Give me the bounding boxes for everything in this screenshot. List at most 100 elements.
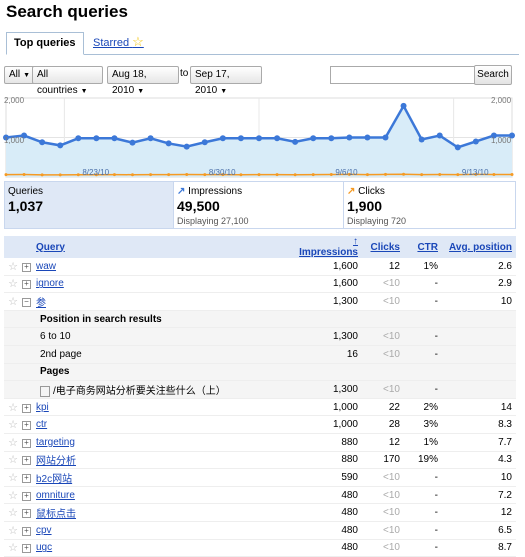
query-link[interactable]: omniture (36, 490, 75, 501)
expand-icon[interactable]: + (22, 473, 31, 483)
avg-position-cell: 6.5 (498, 524, 512, 536)
table-row[interactable]: ☆ + ugc 480 <10 - 8.7 (4, 539, 516, 557)
col-ctr[interactable]: CTR (402, 236, 440, 258)
query-link[interactable]: targeting (36, 437, 75, 448)
expand-icon[interactable]: + (22, 280, 31, 290)
star-icon[interactable]: ☆ (4, 451, 22, 469)
col-impressions[interactable]: ↑ Impressions (296, 236, 360, 258)
y-label-top-left: 2,000 (4, 96, 25, 105)
query-link[interactable]: 鼠标点击 (36, 509, 76, 520)
search-input[interactable] (330, 66, 476, 84)
spacer (22, 327, 36, 346)
col-avg-position[interactable]: Avg. position (440, 236, 516, 258)
date-to-picker[interactable]: Sep 17, 2010 ▼ (190, 66, 262, 96)
date-from-picker[interactable]: Aug 18, 2010 ▼ (107, 66, 179, 96)
expand-icon[interactable]: + (22, 451, 36, 469)
table-row[interactable]: ☆ + 网站分析 880 170 19% 4.3 (4, 451, 516, 469)
impressions-point (418, 136, 425, 143)
table-row[interactable]: ☆ + targeting 880 12 1% 7.7 (4, 433, 516, 452)
clicks-point (420, 173, 424, 177)
expand-icon[interactable]: + (22, 504, 36, 522)
queries-stat[interactable]: Queries 1,037 (5, 182, 173, 228)
table-row[interactable]: ☆ + omniture 480 <10 - 7.2 (4, 486, 516, 504)
clicks-point (365, 173, 369, 177)
impressions-stat[interactable]: ↗ Impressions 49,500 Displaying 27,100 (173, 182, 344, 228)
impressions-point (183, 143, 190, 150)
table-row[interactable]: ☆ + ctr 1,000 28 3% 8.3 (4, 416, 516, 434)
table-row[interactable]: ☆ + cpv 480 <10 - 6.5 (4, 521, 516, 539)
query-link[interactable]: 参 (36, 298, 46, 309)
avg-position-cell: 10 (500, 295, 512, 307)
expand-icon[interactable]: + (22, 521, 36, 539)
table-row[interactable]: ☆ + waw 1,600 12 1% 2.6 (4, 258, 516, 276)
queries-value: 1,037 (8, 198, 44, 214)
impressions-cell: 480 (341, 507, 358, 519)
table-row[interactable]: ☆ − 参 1,300 <10 - 10 (4, 293, 516, 311)
ctr-cell: - (434, 489, 438, 501)
star-icon[interactable]: ☆ (4, 293, 22, 311)
star-icon[interactable]: ☆ (4, 433, 22, 451)
star-icon[interactable]: ☆ (4, 539, 22, 557)
collapse-icon[interactable]: − (22, 297, 31, 307)
query-cell: b2c网站 (36, 469, 296, 487)
ctr-cell: - (434, 507, 438, 519)
clicks-cell: 12 (388, 436, 400, 448)
expand-icon[interactable]: + (22, 433, 36, 451)
impressions-cell: 1,000 (332, 419, 358, 431)
avg-position-cell (440, 327, 516, 346)
y-label-mid-left: 1,000 (4, 136, 25, 145)
star-icon[interactable]: ☆ (4, 486, 22, 504)
expand-icon[interactable]: + (22, 539, 36, 557)
impressions-label: Impressions (188, 186, 243, 197)
type-dropdown[interactable]: All ▼ (4, 66, 35, 84)
expand-icon[interactable]: + (22, 262, 31, 272)
expand-icon[interactable]: + (22, 526, 31, 536)
ctr-cell: 3% (423, 419, 438, 431)
query-link[interactable]: 网站分析 (36, 456, 76, 467)
table-row[interactable]: ☆ + 鼠标点击 480 <10 - 12 (4, 504, 516, 522)
page-title: Search queries (6, 2, 128, 21)
col-query[interactable]: Query (36, 236, 296, 258)
clicks-stat[interactable]: ↗ Clicks 1,900 Displaying 720 (343, 182, 516, 228)
query-cell: ignore (36, 275, 296, 293)
expand-icon[interactable]: + (22, 456, 31, 466)
country-dropdown[interactable]: All countries ▼ (32, 66, 103, 96)
expand-icon[interactable]: + (22, 509, 31, 519)
expand-icon[interactable]: + (22, 275, 36, 293)
expand-icon[interactable]: + (22, 416, 36, 434)
query-link[interactable]: kpi (36, 402, 49, 413)
query-link[interactable]: waw (36, 261, 56, 272)
query-link[interactable]: ignore (36, 278, 64, 289)
table-row[interactable]: ☆ + ignore 1,600 <10 - 2.9 (4, 275, 516, 293)
tab-top-queries[interactable]: Top queries (6, 32, 84, 55)
clicks-point (76, 173, 80, 177)
search-button[interactable]: Search (474, 65, 512, 85)
table-row[interactable]: ☆ + kpi 1,000 22 2% 14 (4, 398, 516, 416)
star-icon[interactable]: ☆ (4, 521, 22, 539)
star-icon[interactable]: ☆ (4, 398, 22, 416)
star-icon[interactable]: ☆ (4, 469, 22, 487)
clicks-cell: 28 (388, 419, 400, 431)
tab-starred[interactable]: Starred ☆ (86, 32, 151, 52)
expand-icon[interactable]: + (22, 544, 31, 554)
expand-icon[interactable]: + (22, 421, 31, 431)
query-link[interactable]: ugc (36, 542, 52, 553)
star-icon[interactable]: ☆ (4, 504, 22, 522)
impressions-point (129, 139, 136, 146)
star-icon[interactable]: ☆ (4, 416, 22, 434)
expand-icon[interactable]: + (22, 438, 31, 448)
table-row[interactable]: ☆ + b2c网站 590 <10 - 10 (4, 469, 516, 487)
expand-icon[interactable]: + (22, 491, 31, 501)
expand-icon[interactable]: + (22, 258, 36, 275)
query-link[interactable]: ctr (36, 419, 47, 430)
query-link[interactable]: b2c网站 (36, 474, 72, 485)
expand-icon[interactable]: + (22, 469, 36, 487)
expand-icon[interactable]: + (22, 486, 36, 504)
star-icon[interactable]: ☆ (4, 258, 22, 275)
expand-icon[interactable]: + (22, 403, 31, 413)
expand-icon[interactable]: + (22, 398, 36, 416)
col-clicks[interactable]: Clicks (360, 236, 402, 258)
query-link[interactable]: cpv (36, 525, 52, 536)
expand-icon[interactable]: − (22, 293, 36, 311)
star-icon[interactable]: ☆ (4, 275, 22, 293)
